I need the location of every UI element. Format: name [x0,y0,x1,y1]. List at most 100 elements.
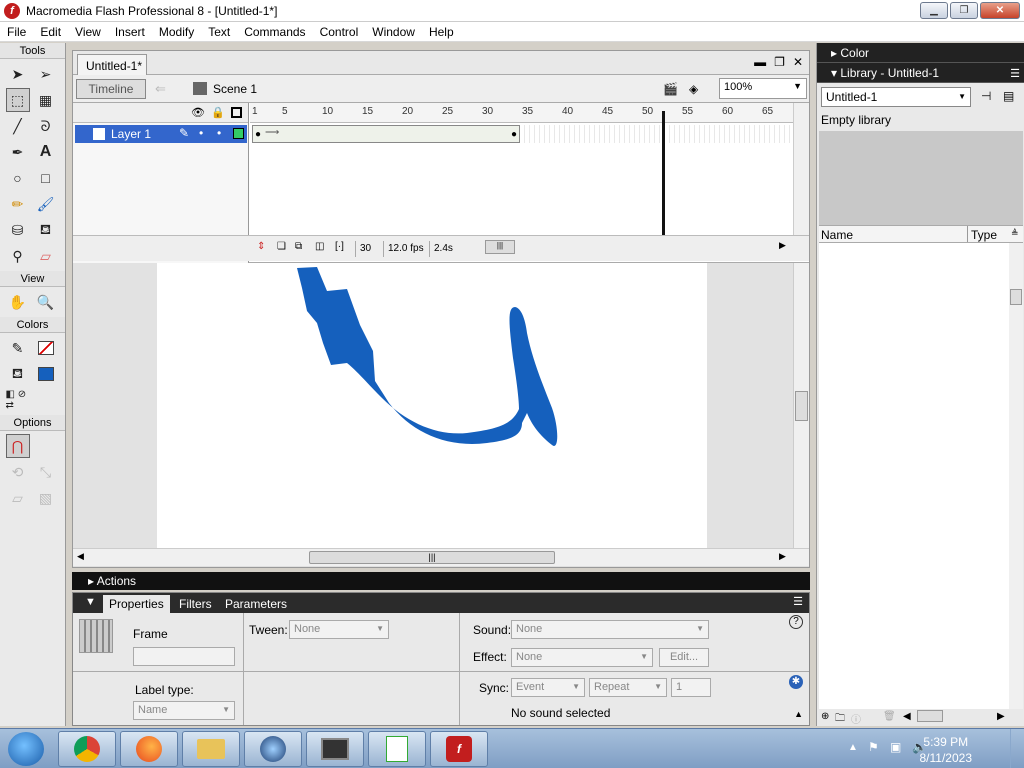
menu-modify[interactable]: Modify [152,25,201,39]
frames-area[interactable]: 1 5 10 15 20 25 30 35 40 45 50 55 60 65 … [250,103,793,235]
timeline-hscroll-thumb[interactable]: ||| [485,240,515,254]
library-vscrollbar[interactable] [1009,243,1023,709]
edit-sound-button[interactable]: Edit... [659,648,709,667]
menu-insert[interactable]: Insert [108,25,152,39]
ink-bottle-tool-icon[interactable]: ⛁ [6,218,30,242]
keyframe-span[interactable]: ● ⟶ ● [252,125,520,143]
scroll-right-icon[interactable]: ▶ [997,711,1005,722]
rectangle-tool-icon[interactable]: □ [34,166,58,190]
col-type-header[interactable]: Type [971,228,997,242]
col-name-header[interactable]: Name [821,228,853,242]
network-icon[interactable]: ▣ [890,740,901,754]
pen-tool-icon[interactable]: ✒ [6,140,30,164]
free-transform-tool-icon[interactable]: ⬚ [5,88,30,112]
firefox-taskbar-icon[interactable] [120,731,178,767]
menu-view[interactable]: View [68,25,108,39]
line-tool-icon[interactable]: ╱ [6,114,30,138]
menu-edit[interactable]: Edit [33,25,68,39]
accessibility-icon[interactable]: ✱ [789,675,803,689]
onion-skin-icon[interactable]: ❏ [277,241,286,252]
eye-icon[interactable]: 👁 [191,106,205,119]
tray-expand-icon[interactable]: ▲ [848,742,858,753]
zoom-select[interactable]: 100% ▼ [719,78,807,99]
color-options-icon[interactable]: ◧ ⊘ ⇄ [6,388,30,412]
stage-hscrollbar[interactable]: ◀ ||| ▶ [73,548,809,566]
edit-symbol-icon[interactable]: ◈ [689,82,705,96]
expand-panel-icon[interactable]: ▲ [794,709,803,719]
pencil-tool-icon[interactable]: ✏ [6,192,30,216]
fill-color-swatch[interactable] [34,362,58,386]
video-app-taskbar-icon[interactable] [306,731,364,767]
frame-rate[interactable]: 12.0 fps [383,241,428,257]
back-arrow-icon[interactable]: ⇐ [155,81,166,97]
edit-scene-icon[interactable]: 🎬 [663,82,679,96]
menu-file[interactable]: File [0,25,33,39]
lasso-tool-icon[interactable]: ᘐ [34,114,58,138]
playhead[interactable] [662,111,665,235]
minimize-button[interactable]: ▁ [920,2,948,19]
repeat-select[interactable]: Repeat ▼ [589,678,667,697]
eraser-tool-icon[interactable]: ▱ [34,244,58,268]
scroll-right-icon[interactable]: ▶ [779,240,786,251]
chrome-taskbar-icon[interactable] [58,731,116,767]
outline-color-icon[interactable] [233,128,244,139]
selection-tool-icon[interactable]: ➤ [6,62,30,86]
modify-markers-icon[interactable]: [·] [335,241,344,252]
frame-name-input[interactable] [133,647,235,666]
repeat-count-input[interactable]: 1 [671,678,711,697]
stroke-color-swatch[interactable] [34,336,58,360]
clock[interactable]: 5:39 PM 8/11/2023 [920,734,973,766]
menu-commands[interactable]: Commands [237,25,312,39]
label-type-select[interactable]: Name ▼ [133,701,235,720]
stage-hscroll-thumb[interactable]: ||| [309,551,555,564]
close-button[interactable]: ✕ [980,2,1020,19]
help-icon[interactable]: ? [789,615,803,629]
fill-color-icon[interactable]: ⛾ [6,362,30,386]
media-player-taskbar-icon[interactable] [244,731,302,767]
scroll-left-icon[interactable]: ◀ [903,711,911,722]
new-library-panel-icon[interactable]: ▤ [1003,89,1014,103]
doc-minimize-icon[interactable]: ▬ [754,55,766,69]
snap-magnet-icon[interactable]: ⋂ [5,434,30,458]
new-symbol-icon[interactable]: ⊕ [821,711,829,722]
sound-select[interactable]: None ▼ [511,620,709,639]
file-explorer-taskbar-icon[interactable] [182,731,240,767]
brush-stroke[interactable] [297,267,558,446]
flash-taskbar-icon[interactable]: f [430,731,488,767]
stage-area[interactable] [73,263,809,548]
edit-multiple-frames-icon[interactable]: ◫ [315,241,324,252]
sync-select[interactable]: Event ▼ [511,678,585,697]
menu-control[interactable]: Control [313,25,366,39]
notepad-taskbar-icon[interactable] [368,731,426,767]
lock-dot-icon[interactable]: • [217,126,221,140]
eyedropper-tool-icon[interactable]: ⚲ [6,244,30,268]
gradient-transform-tool-icon[interactable]: ▦ [34,88,58,112]
brush-tool-icon[interactable]: 🖌 [34,192,58,216]
subselection-tool-icon[interactable]: ➢ [34,62,58,86]
stroke-color-icon[interactable]: ✎ [6,336,30,360]
frame-ruler[interactable]: 1 5 10 15 20 25 30 35 40 45 50 55 60 65 [250,103,793,123]
menu-help[interactable]: Help [422,25,461,39]
panel-options-icon[interactable]: ☰ [1010,67,1020,80]
brush-stroke-drawing[interactable] [157,263,707,548]
oval-tool-icon[interactable]: ○ [6,166,30,190]
text-tool-icon[interactable]: A [34,140,58,164]
effect-select[interactable]: None ▼ [511,648,653,667]
document-tab[interactable]: Untitled-1* [77,54,147,75]
scene-label[interactable]: Scene 1 [213,82,257,96]
layer-name[interactable]: Layer 1 [111,127,151,141]
library-item-list[interactable] [819,243,1009,709]
timeline-toggle-button[interactable]: Timeline [76,79,146,99]
library-vscroll-thumb[interactable] [1010,289,1022,305]
restore-button[interactable]: ❐ [950,2,978,19]
tab-filters[interactable]: Filters [173,595,218,613]
lock-icon[interactable]: 🔒 [211,106,225,119]
sort-icon[interactable]: ≜ [1011,228,1019,239]
frame-row[interactable]: ● ⟶ ● [250,125,793,143]
tab-properties[interactable]: Properties [103,595,170,613]
scroll-right-icon[interactable]: ▶ [779,551,786,562]
zoom-tool-icon[interactable]: 🔍 [34,290,58,314]
paint-bucket-tool-icon[interactable]: ⛾ [34,218,58,242]
color-panel-header[interactable]: ▸ Color [817,43,1024,63]
action-center-icon[interactable]: ⚑ [868,740,879,754]
